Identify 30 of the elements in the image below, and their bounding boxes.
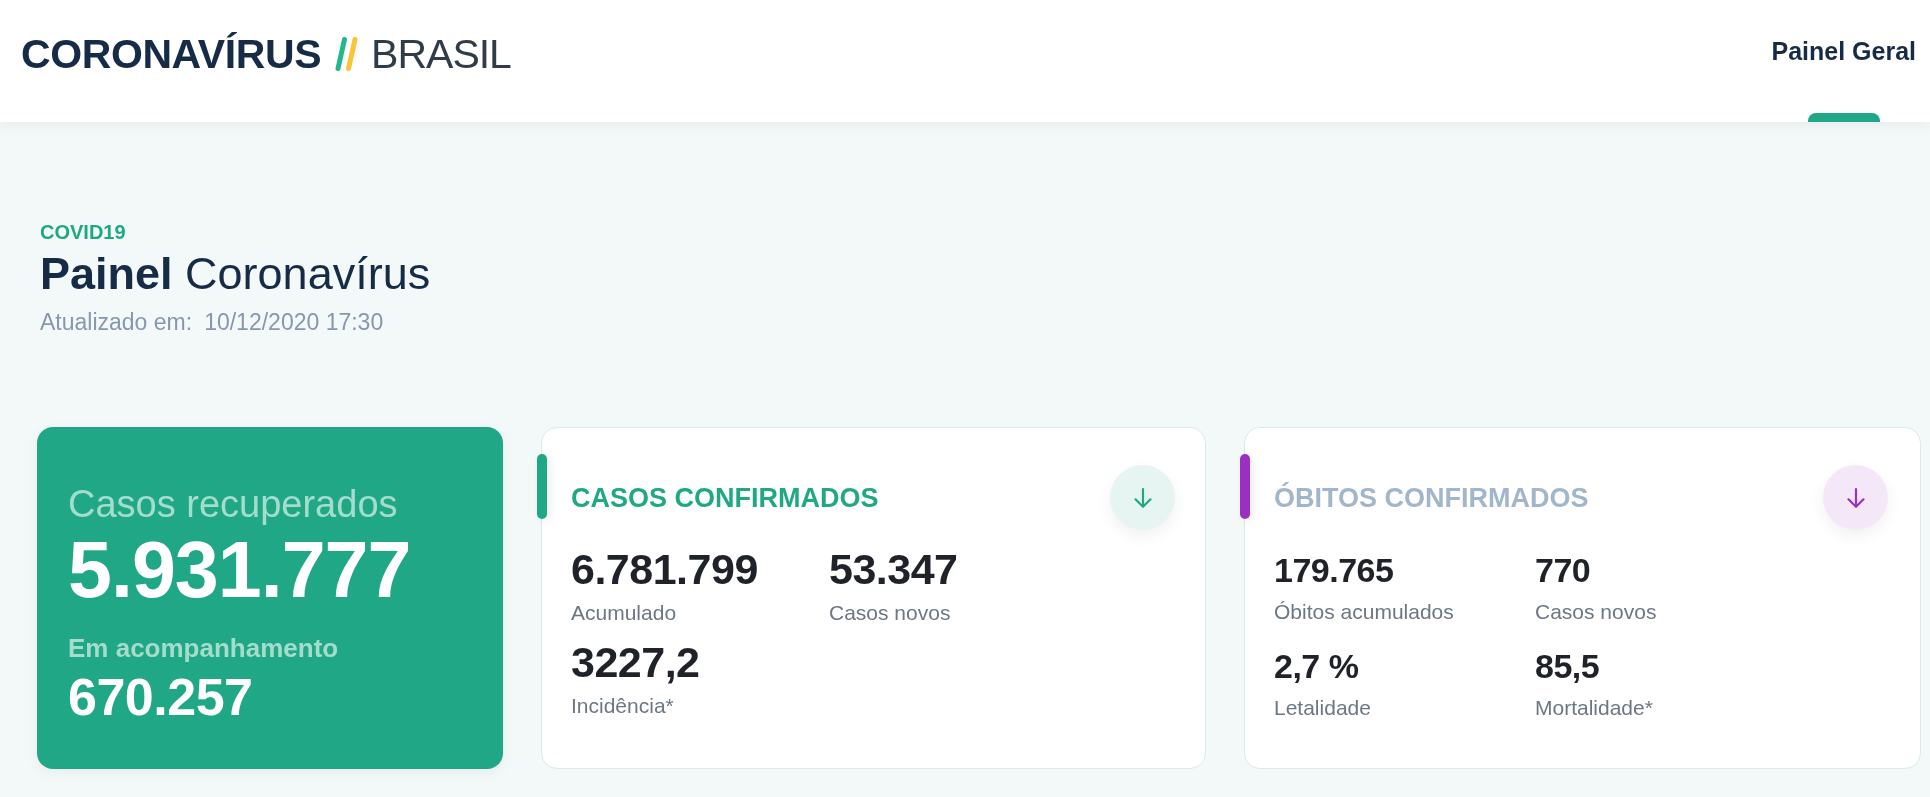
stat-value: 85,5 [1535,646,1600,686]
stat-value: 3227,2 [571,637,700,687]
updated-timestamp: 10/12/2020 17:30 [204,309,384,335]
stat-label: Letalidade [1274,695,1371,721]
section-eyebrow: COVID19 [40,220,126,244]
stat-value: 2,7 % [1274,646,1359,686]
sub-label: Em acompanhamento [68,632,339,664]
card-title: CASOS CONFIRMADOS [571,481,879,514]
card-title: ÓBITOS CONFIRMADOS [1274,481,1589,514]
page-title: Painel Coronavírus [40,247,431,301]
monitoring-count: 670.257 [68,668,253,726]
stat-value: 53.347 [829,544,958,594]
stat-label: Acumulado [571,600,677,626]
nav-link[interactable]: Painel Geral [1771,36,1916,66]
logo-subtitle: BRASIL [371,30,511,78]
stat-value: 6.781.799 [571,544,758,594]
arrow-down-icon [1133,487,1152,508]
updated-label: Atualizado em: [40,309,193,335]
stat-label: Óbitos acumulados [1274,599,1454,625]
stat-value: 179.765 [1274,550,1394,590]
stat-label: Incidência* [571,693,674,719]
double-slash-icon [335,37,359,71]
recovered-count: 5.931.777 [68,528,411,612]
logo-title: CORONAVÍRUS [21,30,322,78]
stat-label: Casos novos [1535,599,1657,625]
card-title: Casos recuperados [68,482,398,526]
stat-value: 770 [1535,550,1591,590]
arrow-down-icon [1846,487,1865,508]
stat-label: Casos novos [829,600,951,626]
stat-label: Mortalidade* [1535,695,1653,721]
